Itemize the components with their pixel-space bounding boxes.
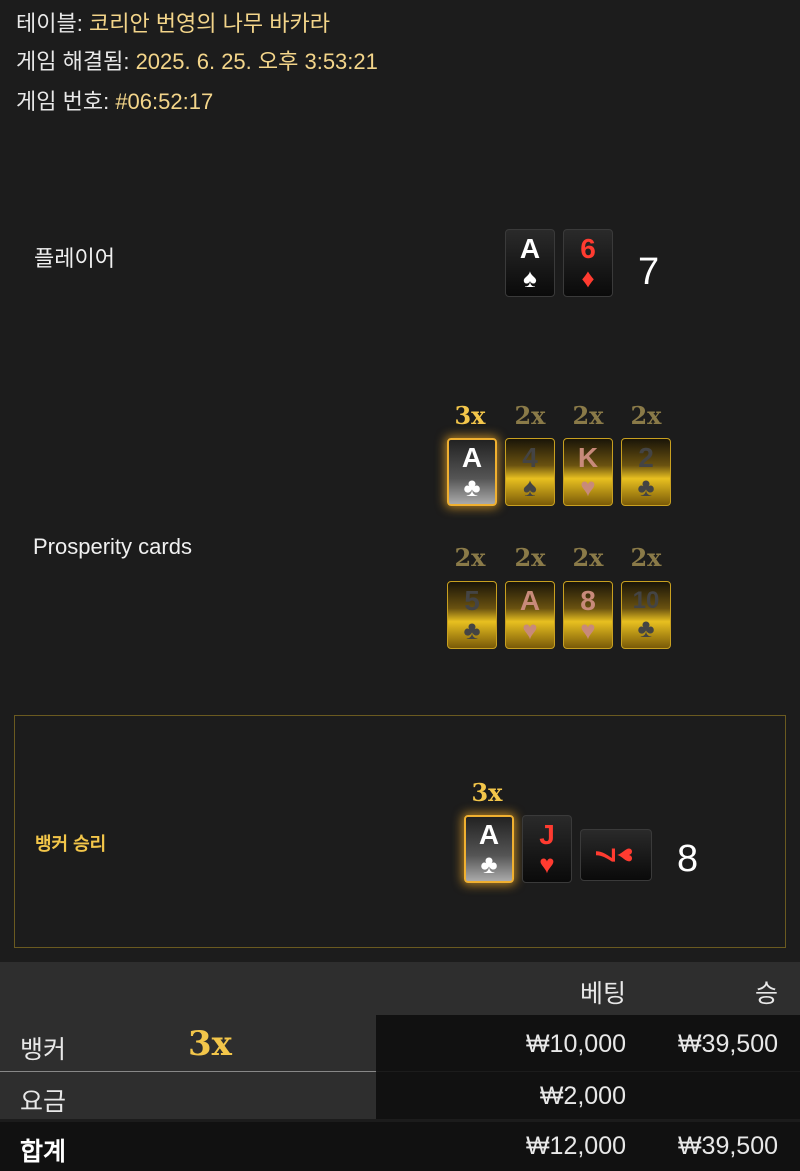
card-rank: 2 (638, 442, 654, 473)
heart-icon: ♥ (580, 615, 596, 645)
prosperity-card: A ♥ (505, 581, 555, 649)
diamond-icon: ♦ (581, 263, 595, 293)
heart-icon: ♥ (522, 615, 538, 645)
row-multiplier: 3x (188, 1024, 232, 1064)
row-bet: ₩10,000 (525, 1030, 626, 1058)
table-label: 테이블: (16, 11, 83, 36)
multiplier: 2x (630, 401, 662, 430)
resolved-info: 게임 해결됨: 2025. 6. 25. 오후 3:53:21 (16, 44, 378, 76)
multiplier: 2x (454, 543, 486, 572)
banker-score: 8 (677, 838, 699, 880)
player-card-2: 6 ♦ (563, 229, 613, 297)
club-icon: ♣ (463, 615, 481, 645)
spade-icon: ♠ (523, 263, 537, 293)
prosperity-card: 2 ♣ (621, 438, 671, 506)
row-win: ₩39,500 (677, 1030, 778, 1058)
multiplier: 2x (514, 543, 546, 572)
card-rank: A (478, 819, 500, 850)
prosperity-card: A ♣ (447, 438, 497, 506)
heart-icon: ♥ (539, 849, 555, 879)
table-info: 테이블: 코리안 번영의 나무 바카라 (16, 6, 330, 38)
header-bet: 베팅 (579, 980, 626, 1008)
card-rank: K (577, 442, 599, 473)
club-icon: ♣ (637, 472, 655, 502)
row-name: 뱅커 (20, 1036, 67, 1064)
resolved-label: 게임 해결됨: (16, 49, 130, 74)
heart-icon: ♥ (580, 472, 596, 502)
banker-multiplier: 3x (471, 778, 503, 807)
card-rank: A (461, 442, 483, 473)
row-bet: ₩12,000 (525, 1132, 626, 1160)
multiplier: 3x (454, 401, 486, 430)
card-rank: 8 (580, 585, 596, 616)
player-score: 7 (638, 251, 660, 293)
table-row-total: 합계 ₩12,000 ₩39,500 (0, 1122, 800, 1171)
player-label: 플레이어 (34, 246, 115, 271)
multiplier: 2x (514, 401, 546, 430)
prosperity-card: 4 ♠ (505, 438, 555, 506)
prosperity-card: 10 ♣ (621, 581, 671, 649)
player-card-1: A ♠ (505, 229, 555, 297)
card-rank: 10 (632, 587, 660, 614)
card-rank: A (519, 233, 541, 264)
card-rank: A (519, 585, 541, 616)
banker-card-2: J ♥ (522, 815, 572, 883)
multiplier: 2x (572, 543, 604, 572)
row-bet: ₩2,000 (539, 1082, 626, 1110)
banker-card-3: 7 ♥ (580, 829, 652, 881)
card-rank: J (539, 819, 555, 850)
header-win: 승 (754, 980, 778, 1008)
club-icon: ♣ (463, 472, 481, 502)
card-rank: 6 (580, 233, 596, 264)
banker-win-box (14, 715, 786, 948)
game-number-info: 게임 번호: #06:52:17 (16, 84, 213, 116)
multiplier: 2x (630, 543, 662, 572)
resolved-time: 2025. 6. 25. 오후 3:53:21 (135, 49, 378, 74)
game-number: #06:52:17 (115, 89, 214, 114)
card-rank: 4 (522, 442, 538, 473)
game-number-label: 게임 번호: (16, 89, 110, 114)
club-icon: ♣ (480, 849, 498, 879)
prosperity-card: K ♥ (563, 438, 613, 506)
row-name: 합계 (20, 1138, 67, 1166)
prosperity-card: 8 ♥ (563, 581, 613, 649)
row-win: ₩39,500 (677, 1132, 778, 1160)
table-name: 코리안 번영의 나무 바카라 (88, 11, 330, 36)
club-icon: ♣ (637, 613, 655, 643)
multiplier: 2x (572, 401, 604, 430)
card-rank: 5 (464, 585, 480, 616)
banker-card-1: A ♣ (464, 815, 514, 883)
spade-icon: ♠ (523, 472, 537, 502)
table-header: 베팅 승 (0, 962, 800, 1015)
heart-icon: ♥ (611, 847, 642, 863)
banker-win-label: 뱅커 승리 (35, 834, 107, 854)
row-name: 요금 (20, 1088, 67, 1116)
table-row: 요금 ₩2,000 (0, 1072, 800, 1119)
prosperity-card: 5 ♣ (447, 581, 497, 649)
prosperity-label: Prosperity cards (33, 534, 192, 559)
table-row: 뱅커 3x ₩10,000 ₩39,500 (0, 1015, 800, 1072)
